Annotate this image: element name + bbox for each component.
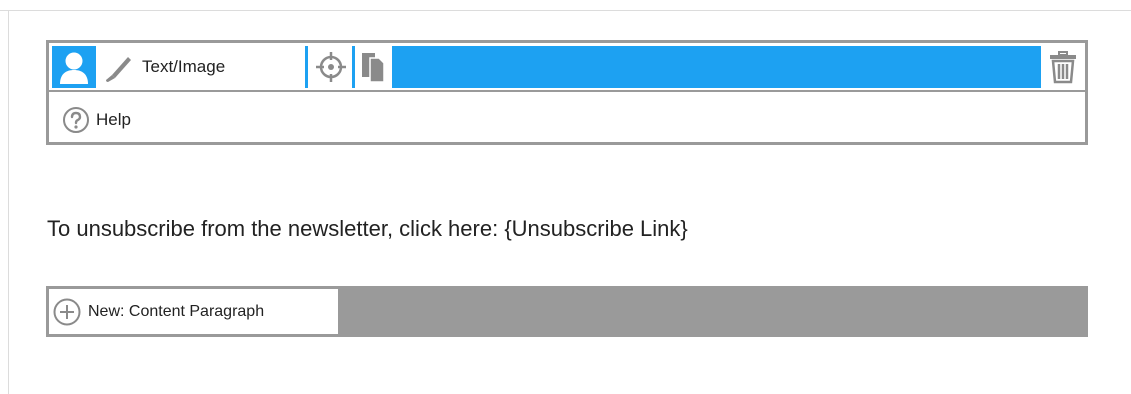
copy-icon — [362, 53, 385, 83]
plus-circle-icon — [53, 298, 81, 325]
user-button[interactable] — [52, 46, 96, 88]
copy-button[interactable] — [356, 46, 390, 88]
editor-frame-top-border — [0, 10, 1131, 11]
new-paragraph-bar: New: Content Paragraph — [46, 286, 1088, 337]
trash-icon — [1050, 51, 1076, 84]
text-image-edit-button[interactable]: Text/Image — [98, 46, 254, 88]
text-image-label: Text/Image — [142, 57, 226, 76]
element-toolbar: Text/Image Help — [46, 40, 1088, 145]
new-content-paragraph-button[interactable]: New: Content Paragraph — [52, 292, 264, 331]
help-button[interactable]: Help — [62, 101, 131, 139]
position-button[interactable] — [310, 46, 352, 88]
editor-frame-left-border — [8, 10, 9, 394]
toolbar-divider — [352, 46, 355, 88]
new-content-paragraph-label: New: Content Paragraph — [88, 302, 265, 320]
new-paragraph-fill-bar — [338, 289, 1085, 334]
element-toolbar-row: Text/Image — [49, 43, 1085, 92]
element-drag-bar[interactable] — [392, 46, 1041, 88]
user-icon — [60, 52, 88, 84]
help-label: Help — [96, 110, 131, 129]
toolbar-divider — [305, 46, 308, 88]
question-circle-icon — [63, 107, 89, 133]
pencil-icon — [106, 57, 131, 82]
delete-button[interactable] — [1044, 46, 1082, 88]
crosshair-icon — [316, 52, 346, 82]
unsubscribe-paragraph[interactable]: To unsubscribe from the newsletter, clic… — [47, 216, 688, 242]
